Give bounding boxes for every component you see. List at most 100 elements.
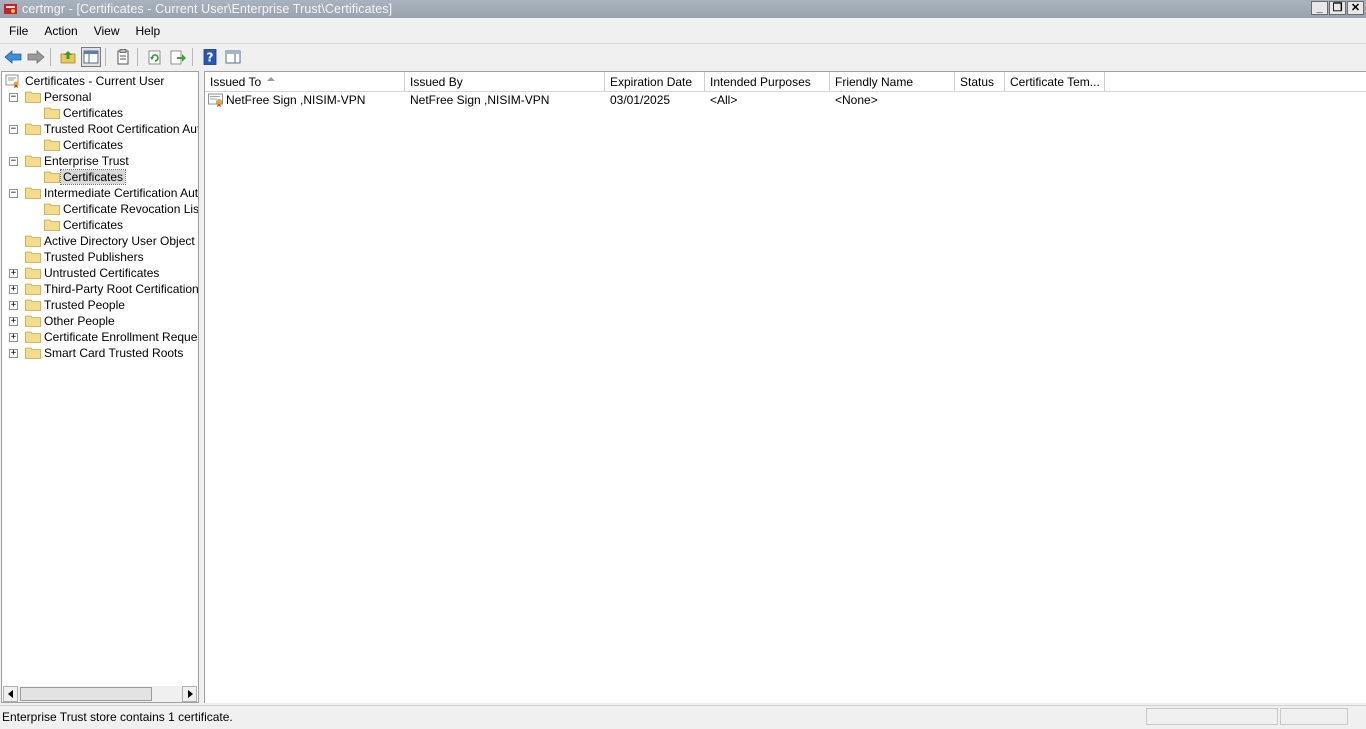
show-hide-action-pane-icon <box>225 50 241 64</box>
certificate-icon <box>208 93 223 107</box>
collapse-toggle-personal[interactable]: − <box>9 93 18 102</box>
collapse-toggle-trusted-root[interactable]: − <box>9 125 18 134</box>
tree-item-trusted-root-certificates[interactable]: Certificates <box>63 138 123 152</box>
title-bar: certmgr - [Certificates - Current User\E… <box>0 0 1366 18</box>
toolbar: ? <box>0 44 1366 70</box>
cell-status <box>955 91 1005 108</box>
tree-item-personal-certificates[interactable]: Certificates <box>63 106 123 120</box>
menu-action[interactable]: Action <box>37 24 84 38</box>
folder-icon <box>44 139 60 151</box>
column-header-certificate-template[interactable]: Certificate Tem... <box>1005 72 1105 91</box>
tree-item-intermediate[interactable]: Intermediate Certification Autho <box>44 186 198 200</box>
cell-certificate-template <box>1005 91 1105 108</box>
column-header-issued-by[interactable]: Issued By <box>405 72 605 91</box>
tree-item-intermediate-certificates[interactable]: Certificates <box>63 218 123 232</box>
refresh-button[interactable] <box>145 47 165 67</box>
show-hide-console-tree-icon <box>83 50 99 64</box>
expand-toggle-untrusted[interactable]: + <box>9 269 18 278</box>
cell-issued-by: NetFree Sign ,NISIM-VPN <box>410 93 550 107</box>
triangle-left-icon <box>7 690 13 698</box>
folder-icon <box>25 235 41 247</box>
column-header-friendly-name[interactable]: Friendly Name <box>830 72 955 91</box>
folder-icon <box>44 219 60 231</box>
tree-item-revocation-list[interactable]: Certificate Revocation List <box>63 202 198 216</box>
scroll-right-button[interactable] <box>182 686 197 702</box>
menu-view[interactable]: View <box>87 24 127 38</box>
tree-item-active-directory[interactable]: Active Directory User Object <box>44 234 195 248</box>
tree-item-untrusted[interactable]: Untrusted Certificates <box>44 266 159 280</box>
restore-button[interactable]: ❐ <box>1329 1 1346 15</box>
folder-icon <box>44 203 60 215</box>
toolbar-separator <box>137 48 138 66</box>
collapse-toggle-enterprise-trust[interactable]: − <box>9 157 18 166</box>
window-title: certmgr - [Certificates - Current User\E… <box>22 2 393 16</box>
expand-toggle-smart-card-roots[interactable]: + <box>9 349 18 358</box>
column-label: Issued To <box>210 75 262 89</box>
cell-friendly-name: <None> <box>835 93 878 107</box>
forward-button[interactable] <box>26 47 46 67</box>
expand-toggle-trusted-people[interactable]: + <box>9 301 18 310</box>
cell-intended-purposes: <All> <box>710 93 738 107</box>
tree-item-trusted-publishers[interactable]: Trusted Publishers <box>44 250 144 264</box>
show-hide-action-pane-button[interactable] <box>223 47 243 67</box>
folder-icon <box>25 155 41 167</box>
back-button[interactable] <box>3 47 23 67</box>
tree-item-trusted-people[interactable]: Trusted People <box>44 298 125 312</box>
properties-icon <box>117 49 129 65</box>
tree-item-other-people[interactable]: Other People <box>44 314 115 328</box>
status-bar: Enterprise Trust store contains 1 certif… <box>0 705 1366 729</box>
window-controls: _ ❐ ✕ <box>1311 1 1364 15</box>
tree-item-trusted-root[interactable]: Trusted Root Certification Autho <box>44 122 198 136</box>
status-text: Enterprise Trust store contains 1 certif… <box>2 710 233 724</box>
folder-icon <box>25 283 41 295</box>
certificate-store-icon <box>5 74 19 88</box>
column-header-row: Issued To Issued By Expiration Date Inte… <box>205 72 1366 92</box>
tree-item-enterprise-trust[interactable]: Enterprise Trust <box>44 154 129 168</box>
table-row[interactable]: NetFree Sign ,NISIM-VPN NetFree Sign ,NI… <box>205 91 1105 108</box>
expand-toggle-enrollment-requests[interactable]: + <box>9 333 18 342</box>
certificate-list-pane[interactable]: Issued To Issued By Expiration Date Inte… <box>204 71 1366 703</box>
tree-item-enrollment-requests[interactable]: Certificate Enrollment Requests <box>44 330 198 344</box>
expand-toggle-other-people[interactable]: + <box>9 317 18 326</box>
console-tree-pane[interactable]: Certificates - Current User − Personal C… <box>1 71 199 703</box>
folder-icon <box>25 91 41 103</box>
scroll-thumb[interactable] <box>20 687 152 701</box>
close-button[interactable]: ✕ <box>1347 1 1364 15</box>
export-list-button[interactable] <box>168 47 188 67</box>
tree-root-label: Certificates - Current User <box>25 74 165 88</box>
show-hide-console-tree-button[interactable] <box>81 47 101 67</box>
tree-item-third-party-root[interactable]: Third-Party Root Certification Au <box>44 282 198 296</box>
minimize-button[interactable]: _ <box>1311 1 1328 15</box>
help-button[interactable]: ? <box>200 47 220 67</box>
up-folder-icon <box>60 51 76 64</box>
column-header-intended-purposes[interactable]: Intended Purposes <box>705 72 830 91</box>
triangle-right-icon <box>187 690 193 698</box>
expand-toggle-third-party-root[interactable]: + <box>9 285 18 294</box>
help-icon: ? <box>203 49 217 65</box>
folder-icon <box>25 331 41 343</box>
folder-icon <box>44 107 60 119</box>
column-header-issued-to[interactable]: Issued To <box>205 72 405 91</box>
toolbar-separator <box>192 48 193 66</box>
up-one-level-button[interactable] <box>58 47 78 67</box>
collapse-toggle-intermediate[interactable]: − <box>9 189 18 198</box>
tree-item-enterprise-trust-certificates[interactable]: Certificates <box>59 169 127 185</box>
folder-icon <box>25 315 41 327</box>
cell-issued-to: NetFree Sign ,NISIM-VPN <box>205 91 405 108</box>
folder-icon <box>44 171 60 183</box>
folder-icon <box>25 251 41 263</box>
tree-item-smart-card-roots[interactable]: Smart Card Trusted Roots <box>44 346 183 360</box>
column-header-status[interactable]: Status <box>955 72 1005 91</box>
folder-icon <box>25 299 41 311</box>
column-header-expiration-date[interactable]: Expiration Date <box>605 72 705 91</box>
tree-horizontal-scrollbar[interactable] <box>3 686 197 702</box>
menu-help[interactable]: Help <box>129 24 168 38</box>
tree-item-personal[interactable]: Personal <box>44 90 91 104</box>
scroll-left-button[interactable] <box>3 686 18 702</box>
toolbar-separator <box>50 48 51 66</box>
menu-file[interactable]: File <box>2 24 35 38</box>
folder-icon <box>25 267 41 279</box>
menu-bar: File Action View Help <box>0 19 1366 44</box>
properties-button[interactable] <box>113 47 133 67</box>
status-panel <box>1146 708 1278 725</box>
